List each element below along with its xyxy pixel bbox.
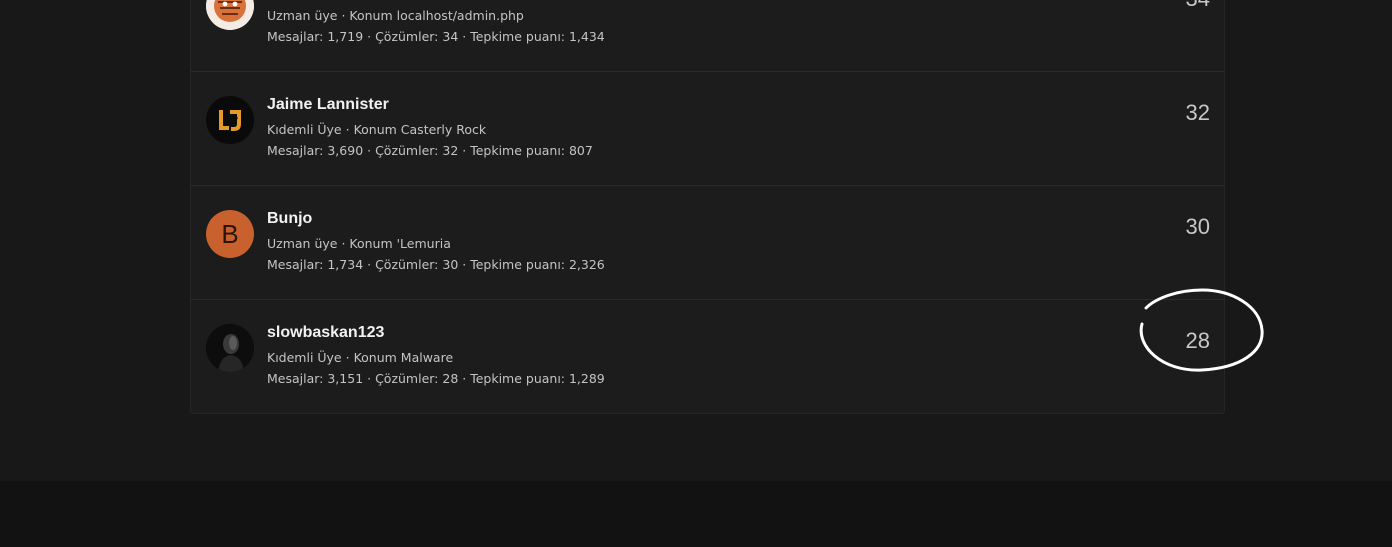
tiger-avatar-icon[interactable] — [206, 0, 254, 30]
letter-avatar[interactable]: B — [206, 210, 254, 258]
page: Uzman üye · Konum localhost/admin.php Me… — [0, 0, 1392, 547]
member-stats: Mesajlar: 3,690 · Çözümler: 32 · Tepkime… — [267, 143, 593, 158]
member-location: Konum Malware — [353, 350, 454, 365]
member-stats: Mesajlar: 1,719 · Çözümler: 34 · Tepkime… — [267, 29, 605, 44]
portrait-avatar-icon[interactable] — [206, 324, 254, 372]
member-title: Kıdemli Üye — [267, 350, 342, 365]
avatar-letter: B — [221, 218, 239, 249]
member-title: Kıdemli Üye — [267, 122, 342, 137]
separator: · — [345, 122, 354, 137]
member-name[interactable]: Bunjo — [267, 210, 312, 228]
member-title: Uzman üye — [267, 8, 338, 23]
member-title-location: Kıdemli Üye · Konum Casterly Rock — [267, 122, 486, 137]
solution-count: 34 — [1186, 0, 1210, 12]
member-title-location: Uzman üye · Konum 'Lemuria — [267, 236, 451, 251]
lj-logo-avatar-icon[interactable] — [206, 96, 254, 144]
solution-count: 30 — [1185, 214, 1210, 239]
member-name[interactable]: Jaime Lannister — [267, 96, 389, 114]
list-item: Uzman üye · Konum localhost/admin.php Me… — [191, 0, 1224, 72]
separator: · — [345, 350, 354, 365]
list-item: Jaime Lannister Kıdemli Üye · Konum Cast… — [191, 72, 1224, 186]
list-item: B Bunjo Uzman üye · Konum 'Lemuria Mesaj… — [191, 186, 1224, 300]
member-title-location: Kıdemli Üye · Konum Malware — [267, 350, 453, 365]
list-item: slowbaskan123 Kıdemli Üye · Konum Malwar… — [191, 300, 1224, 413]
solution-count: 32 — [1185, 100, 1210, 125]
member-location: Konum Casterly Rock — [353, 122, 487, 137]
solution-count: 28 — [1185, 328, 1210, 353]
member-location: Konum localhost/admin.php — [349, 8, 524, 23]
member-name[interactable]: slowbaskan123 — [267, 324, 384, 342]
footer-band — [0, 481, 1392, 547]
member-stats: Mesajlar: 3,151 · Çözümler: 28 · Tepkime… — [267, 371, 605, 386]
member-title-location: Uzman üye · Konum localhost/admin.php — [267, 8, 524, 23]
member-list: Uzman üye · Konum localhost/admin.php Me… — [190, 0, 1225, 414]
member-stats: Mesajlar: 1,734 · Çözümler: 30 · Tepkime… — [267, 257, 605, 272]
member-title: Uzman üye — [267, 236, 338, 251]
member-location: Konum 'Lemuria — [349, 236, 451, 251]
